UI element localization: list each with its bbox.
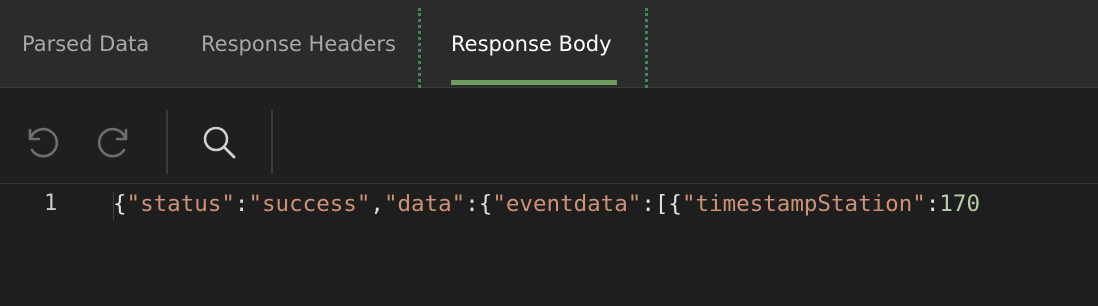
line-number: 1 [44, 191, 58, 216]
json-key: "timestampStation" [681, 191, 926, 217]
tab-response-headers[interactable]: Response Headers [201, 0, 396, 87]
json-string-value: "success" [248, 191, 371, 217]
json-punctuation: :[{ [641, 191, 682, 217]
active-tab-indicator [451, 80, 617, 85]
json-punctuation: , [370, 191, 384, 217]
json-punctuation: : [234, 191, 249, 217]
tab-parsed-data[interactable]: Parsed Data [22, 0, 149, 87]
tab-bar: Parsed Data Response Headers Response Bo… [0, 0, 1098, 88]
undo-icon [28, 127, 59, 158]
json-key: "eventdata" [492, 191, 642, 217]
json-punctuation: :{ [465, 191, 493, 217]
redo-button[interactable] [94, 122, 134, 162]
editor-toolbar [0, 88, 1098, 184]
undo-button[interactable] [22, 122, 62, 162]
json-key: "status" [126, 191, 235, 217]
redo-icon [97, 127, 128, 158]
tab-label: Response Headers [201, 31, 396, 56]
code-line[interactable]: {"status":"success","data":{"eventdata":… [113, 190, 980, 218]
json-key: "data" [383, 191, 466, 217]
search-icon [203, 126, 236, 159]
tab-response-body[interactable]: Response Body [451, 0, 612, 87]
tab-label: Parsed Data [22, 31, 150, 56]
search-button[interactable] [198, 122, 238, 162]
toolbar-divider [271, 110, 273, 174]
tab-separator [418, 8, 421, 88]
json-number-value: 170 [939, 191, 980, 217]
tab-label: Response Body [451, 31, 612, 56]
tab-separator [645, 8, 648, 88]
json-punctuation: : [925, 191, 940, 217]
json-punctuation: { [113, 191, 127, 217]
response-body-editor[interactable]: 1 {"status":"success","data":{"eventdata… [0, 184, 1098, 306]
toolbar-divider [166, 110, 168, 174]
